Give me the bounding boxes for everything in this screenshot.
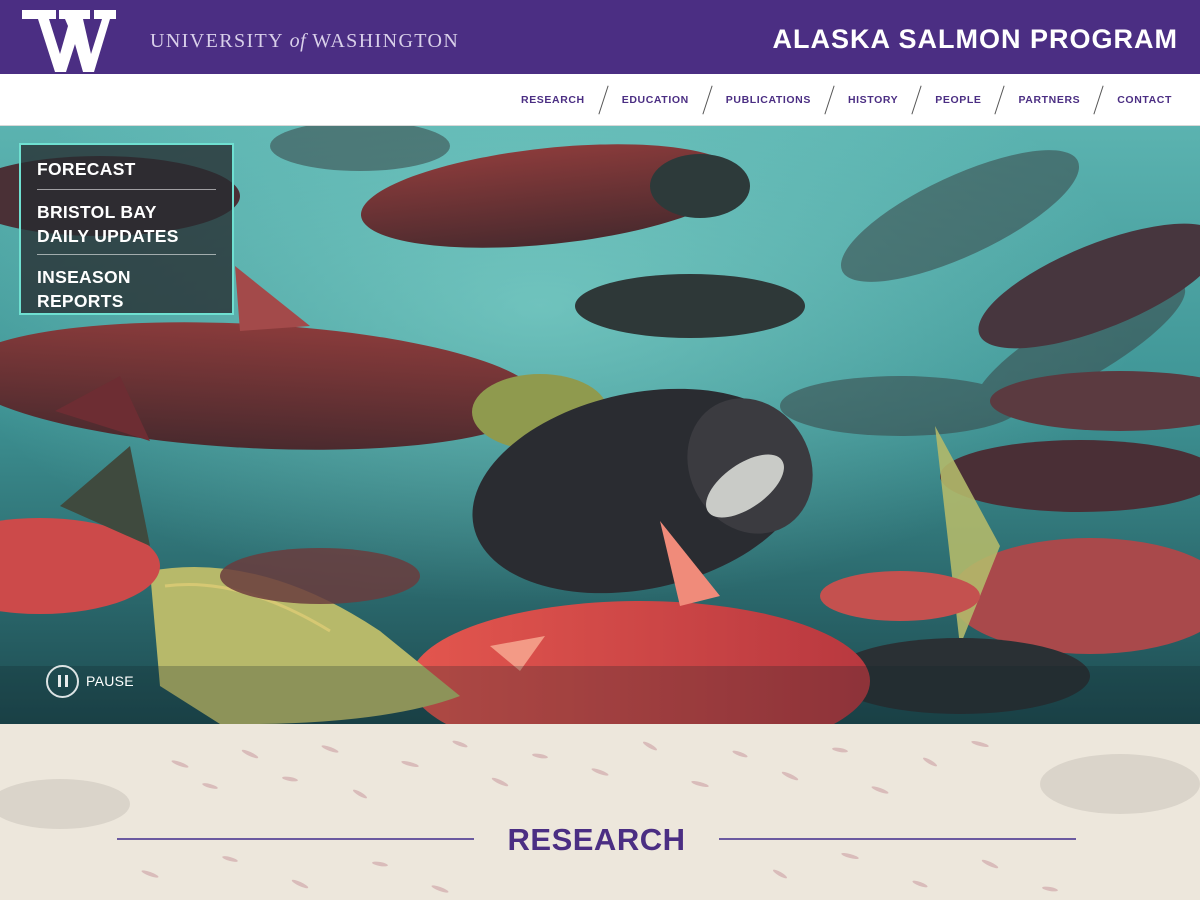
nav-divider bbox=[598, 85, 609, 115]
nav-divider bbox=[911, 85, 922, 115]
nav-item-partners[interactable]: PARTNERS bbox=[1018, 94, 1080, 106]
uw-logo-icon[interactable] bbox=[22, 10, 116, 72]
nav-divider bbox=[702, 85, 713, 115]
wordmark-university: UNIVERSITY bbox=[150, 30, 284, 52]
nav-item-research[interactable]: RESEARCH bbox=[521, 94, 585, 106]
quick-link-forecast[interactable]: FORECAST bbox=[37, 157, 216, 189]
wordmark-washington: WASHINGTON bbox=[312, 30, 460, 52]
research-section: RESEARCH bbox=[0, 724, 1200, 900]
quick-link-bristol-bay-daily-updates[interactable]: BRISTOL BAY DAILY UPDATES bbox=[37, 190, 216, 254]
pause-icon[interactable] bbox=[46, 664, 79, 698]
site-title[interactable]: ALASKA SALMON PROGRAM bbox=[773, 24, 1179, 55]
quick-link-inseason-reports[interactable]: INSEASON REPORTS bbox=[37, 255, 216, 313]
nav-list: RESEARCH EDUCATION PUBLICATIONS HISTORY … bbox=[521, 74, 1172, 126]
research-heading: RESEARCH bbox=[507, 822, 686, 857]
pause-label[interactable]: PAUSE bbox=[86, 673, 134, 689]
wordmark-of: of bbox=[289, 30, 307, 52]
nav-item-history[interactable]: HISTORY bbox=[848, 94, 898, 106]
nav-item-contact[interactable]: CONTACT bbox=[1117, 94, 1172, 106]
quick-links-panel: FORECAST BRISTOL BAY DAILY UPDATES INSEA… bbox=[19, 143, 234, 315]
main-navigation: RESEARCH EDUCATION PUBLICATIONS HISTORY … bbox=[0, 74, 1200, 126]
nav-divider bbox=[824, 85, 835, 115]
nav-divider bbox=[1093, 85, 1104, 115]
nav-item-education[interactable]: EDUCATION bbox=[622, 94, 689, 106]
heading-rule-right bbox=[719, 838, 1076, 840]
heading-rule-left bbox=[117, 838, 474, 840]
nav-item-publications[interactable]: PUBLICATIONS bbox=[726, 94, 811, 106]
nav-divider bbox=[994, 85, 1006, 115]
pause-video-button[interactable]: PAUSE bbox=[46, 664, 134, 698]
salmon-school-texture bbox=[0, 724, 1200, 900]
site-banner: UNIVERSITY of WASHINGTON ALASKA SALMON P… bbox=[0, 0, 1200, 74]
university-wordmark[interactable]: UNIVERSITY of WASHINGTON bbox=[150, 30, 459, 53]
nav-item-people[interactable]: PEOPLE bbox=[935, 94, 981, 106]
